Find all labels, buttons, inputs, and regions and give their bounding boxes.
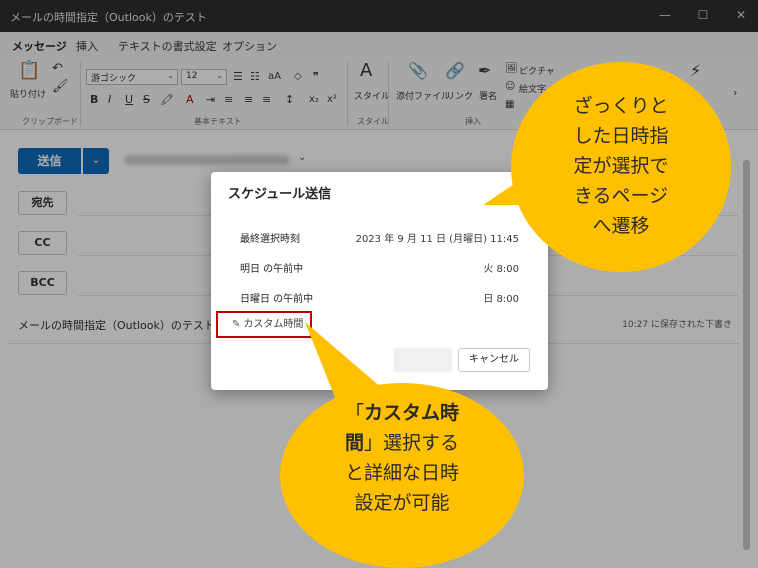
callout-text-bottom: 「カスタム時 間」選択する と詳細な日時 設定が可能: [300, 398, 504, 518]
callout-bold: 間: [344, 432, 364, 454]
callout-bold: カスタム時: [364, 402, 460, 424]
callout-line: 設定が可能: [354, 492, 450, 514]
callout-text-top: ざっくりと した日時指 定が選択で きるページ へ遷移: [531, 91, 711, 241]
callout-bracket: 「: [344, 402, 364, 424]
callout-line: した日時指: [573, 125, 669, 147]
callout-line: へ遷移: [592, 215, 650, 237]
callout-line: 」選択する: [364, 432, 460, 454]
callout-line: ざっくりと: [573, 95, 669, 117]
callout-line: と詳細な日時: [344, 462, 459, 484]
outlook-compose-window: メールの時間指定（Outlook）のテスト — ☐ ✕ メッセージ 挿入 テキス…: [0, 0, 758, 568]
callout-line: きるページ: [573, 185, 669, 207]
callout-line: 定が選択で: [573, 155, 669, 177]
